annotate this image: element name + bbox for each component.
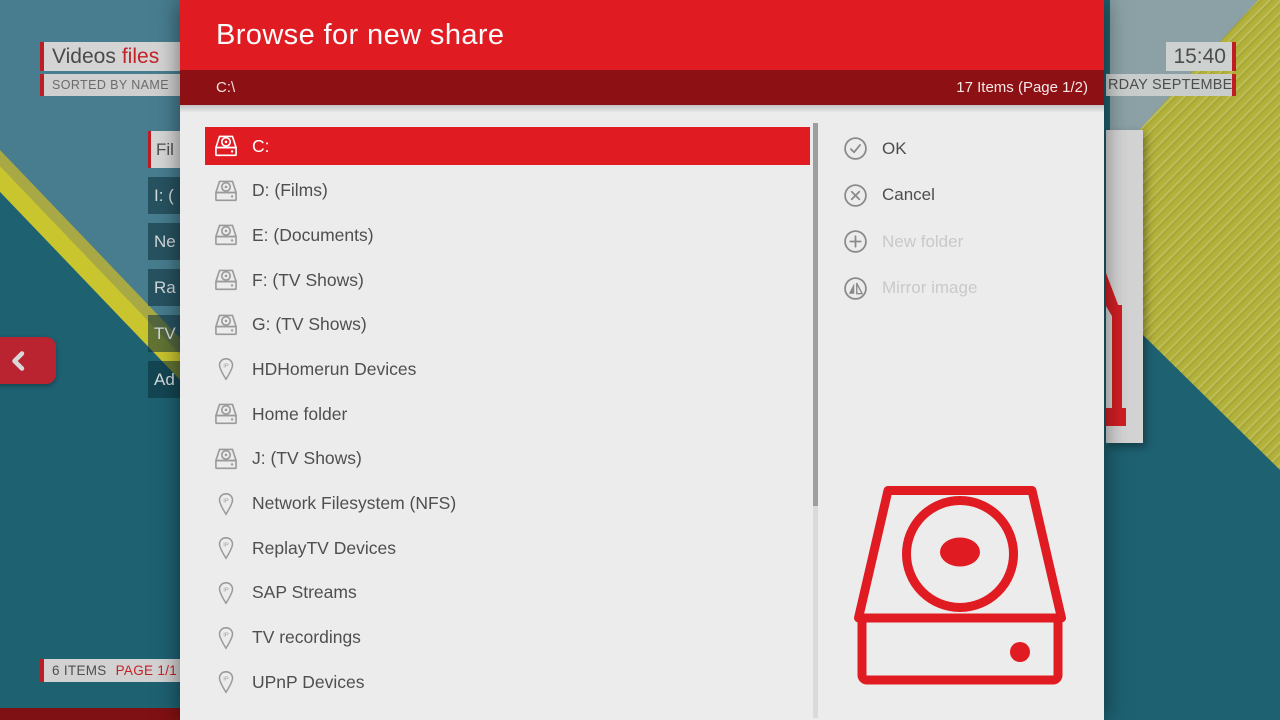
library-title-bar: Videos files — [40, 42, 180, 71]
sidebar-item[interactable]: TV — [148, 315, 182, 352]
sidebar-item[interactable]: Ra — [148, 269, 182, 306]
share-list-item[interactable]: SAP Streams — [205, 574, 810, 612]
share-item-label: J: (TV Shows) — [252, 448, 362, 469]
sidebar-item-label: I: ( — [154, 186, 174, 206]
sidebar-item-label: Ra — [154, 278, 176, 298]
share-item-label: G: (TV Shows) — [252, 314, 367, 335]
share-item-label: E: (Documents) — [252, 225, 374, 246]
network-location-icon — [213, 625, 239, 651]
hard-disk-artwork-icon — [854, 486, 1066, 686]
share-item-label: HDHomerun Devices — [252, 359, 416, 380]
new-folder-plus-icon — [843, 229, 868, 254]
network-location-icon — [213, 535, 239, 561]
library-title: Videos — [52, 45, 116, 69]
dialog-path-bar: C:\ 17 Items (Page 1/2) — [180, 70, 1104, 105]
network-location-icon — [213, 491, 239, 517]
dialog-buttons: OK Cancel New folder Mirror image — [843, 130, 1083, 316]
kodi-screen: Videos files SORTED BY NAME 15:40 RDAY S… — [0, 0, 1280, 720]
cancel-button[interactable]: Cancel — [843, 177, 1083, 214]
share-item-label: Network Filesystem (NFS) — [252, 493, 456, 514]
clock-text: 15:40 — [1173, 45, 1226, 69]
ok-check-icon — [843, 136, 868, 161]
network-location-icon — [213, 669, 239, 695]
share-item-label: SAP Streams — [252, 582, 357, 603]
current-path: C:\ — [216, 79, 235, 96]
network-location-icon — [213, 356, 239, 382]
background-sidebar: Fil I: ( Ne Ra TV Ad — [148, 131, 182, 407]
path-bar-shadow — [180, 105, 1104, 113]
background-poster-card — [1106, 130, 1143, 443]
poster-red-art — [1112, 305, 1122, 415]
share-list-item[interactable]: Network Filesystem (NFS) — [205, 485, 810, 523]
back-tab-button[interactable] — [0, 337, 56, 384]
share-item-label: TV recordings — [252, 627, 361, 648]
sidebar-item-label: Ne — [154, 232, 176, 252]
share-item-label: ReplayTV Devices — [252, 538, 396, 559]
date-bar: RDAY SEPTEMBER 13 — [1106, 74, 1236, 96]
drive-icon — [213, 178, 239, 204]
dialog-header: Browse for new share — [180, 0, 1104, 70]
share-list-item[interactable]: E: (Documents) — [205, 216, 810, 254]
share-list-item[interactable]: HDHomerun Devices — [205, 350, 810, 388]
sidebar-item[interactable]: Ad — [148, 361, 182, 398]
share-item-label: UPnP Devices — [252, 672, 365, 693]
share-item-label: F: (TV Shows) — [252, 270, 364, 291]
clock: 15:40 — [1166, 42, 1236, 71]
button-label: New folder — [882, 232, 963, 252]
drive-icon — [213, 312, 239, 338]
page-indicator: PAGE 1/1 — [116, 663, 177, 678]
share-list-item[interactable]: D: (Films) — [205, 172, 810, 210]
drive-icon — [213, 446, 239, 472]
scrollbar-thumb[interactable] — [813, 123, 818, 506]
chevron-left-icon — [11, 351, 25, 371]
share-item-label: D: (Films) — [252, 180, 328, 201]
share-list-item[interactable]: Home folder — [205, 395, 810, 433]
share-list: C: D: (Films) E: (Documents) F: (TV Show… — [205, 127, 810, 708]
button-label: Mirror image — [882, 278, 977, 298]
ok-button[interactable]: OK — [843, 130, 1083, 167]
sidebar-item[interactable]: Ne — [148, 223, 182, 260]
share-list-item[interactable]: F: (TV Shows) — [205, 261, 810, 299]
cancel-x-icon — [843, 183, 868, 208]
button-label: OK — [882, 139, 907, 159]
browse-share-dialog: Browse for new share C:\ 17 Items (Page … — [180, 0, 1104, 720]
poster-red-art — [1106, 408, 1126, 426]
drive-icon — [213, 267, 239, 293]
bottom-red-strip — [0, 708, 180, 720]
sidebar-item-label: Ad — [154, 370, 175, 390]
library-title-accent: files — [122, 45, 159, 69]
date-text: RDAY SEPTEMBER 13 — [1108, 77, 1236, 93]
sort-bar[interactable]: SORTED BY NAME — [40, 74, 180, 96]
drive-icon — [213, 133, 239, 159]
drive-icon — [213, 401, 239, 427]
sidebar-item[interactable]: I: ( — [148, 177, 182, 214]
share-list-item[interactable]: UPnP Devices — [205, 663, 810, 701]
mirror-image-button[interactable]: Mirror image — [843, 270, 1083, 307]
share-item-label: C: — [252, 136, 270, 157]
items-count: 6 ITEMS — [52, 663, 107, 678]
sidebar-item-label: TV — [154, 324, 176, 344]
dialog-title: Browse for new share — [216, 19, 504, 52]
share-list-item[interactable]: TV recordings — [205, 619, 810, 657]
items-page-bar: 6 ITEMS PAGE 1/1 — [40, 659, 180, 682]
list-scrollbar[interactable] — [813, 123, 818, 718]
items-page-info: 17 Items (Page 1/2) — [956, 79, 1088, 96]
sidebar-item[interactable]: Fil — [148, 131, 182, 168]
network-location-icon — [213, 580, 239, 606]
sort-label: SORTED BY NAME — [52, 78, 169, 92]
share-item-label: Home folder — [252, 404, 347, 425]
new-folder-button[interactable]: New folder — [843, 223, 1083, 260]
mirror-image-icon — [843, 276, 868, 301]
drive-icon — [213, 222, 239, 248]
share-list-item[interactable]: ReplayTV Devices — [205, 529, 810, 567]
share-list-item[interactable]: G: (TV Shows) — [205, 306, 810, 344]
button-label: Cancel — [882, 185, 935, 205]
share-list-item[interactable]: J: (TV Shows) — [205, 440, 810, 478]
share-list-item[interactable]: C: — [205, 127, 810, 165]
sidebar-item-label: Fil — [156, 140, 174, 160]
